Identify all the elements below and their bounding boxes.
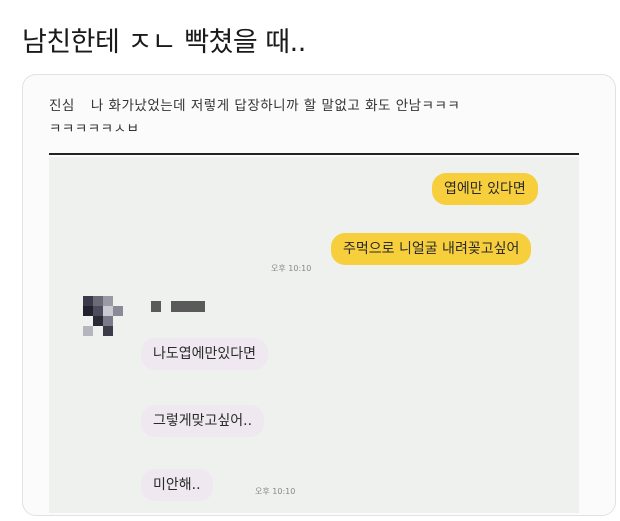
post-title: 남친한테 ㅈㄴ 빡쳤을 때.. <box>22 27 306 58</box>
message-bubble-mine: 주먹으로 니얼굴 내려꽂고싶어 <box>331 233 532 265</box>
caption-prefix: 진심 <box>49 98 75 114</box>
message-bubble-mine: 엽에만 있다면 <box>432 173 538 205</box>
message-bubble-theirs: 미안해.. <box>141 469 213 501</box>
divider <box>49 153 579 155</box>
screenshot-card: 진심 나 화가났었는데 저렇게 답장하니까 할 말없고 화도 안남ㅋㅋㅋ ㅋㅋㅋㅋ… <box>22 74 616 516</box>
caption-line-1: 진심 나 화가났었는데 저렇게 답장하니까 할 말없고 화도 안남ㅋㅋㅋ <box>49 95 589 118</box>
message-timestamp: 오후 10:10 <box>255 487 296 496</box>
sender-name-censored <box>151 301 211 313</box>
avatar <box>83 296 123 336</box>
message-bubble-theirs: 그렇게맞고싶어.. <box>141 405 265 437</box>
caption: 진심 나 화가났었는데 저렇게 답장하니까 할 말없고 화도 안남ㅋㅋㅋ ㅋㅋㅋㅋ… <box>49 95 589 141</box>
message-timestamp: 오후 10:10 <box>271 264 312 273</box>
message-bubble-theirs: 나도엽에만있다면 <box>141 338 269 370</box>
chat-window: 엽에만 있다면 주먹으로 니얼굴 내려꽂고싶어 오후 10:10 나도엽에만있다… <box>49 157 579 513</box>
caption-text: 나 화가났었는데 저렇게 답장하니까 할 말없고 화도 안남ㅋㅋㅋ <box>90 98 461 114</box>
caption-line-2: ㅋㅋㅋㅋㅋㅅㅂ <box>49 121 140 137</box>
